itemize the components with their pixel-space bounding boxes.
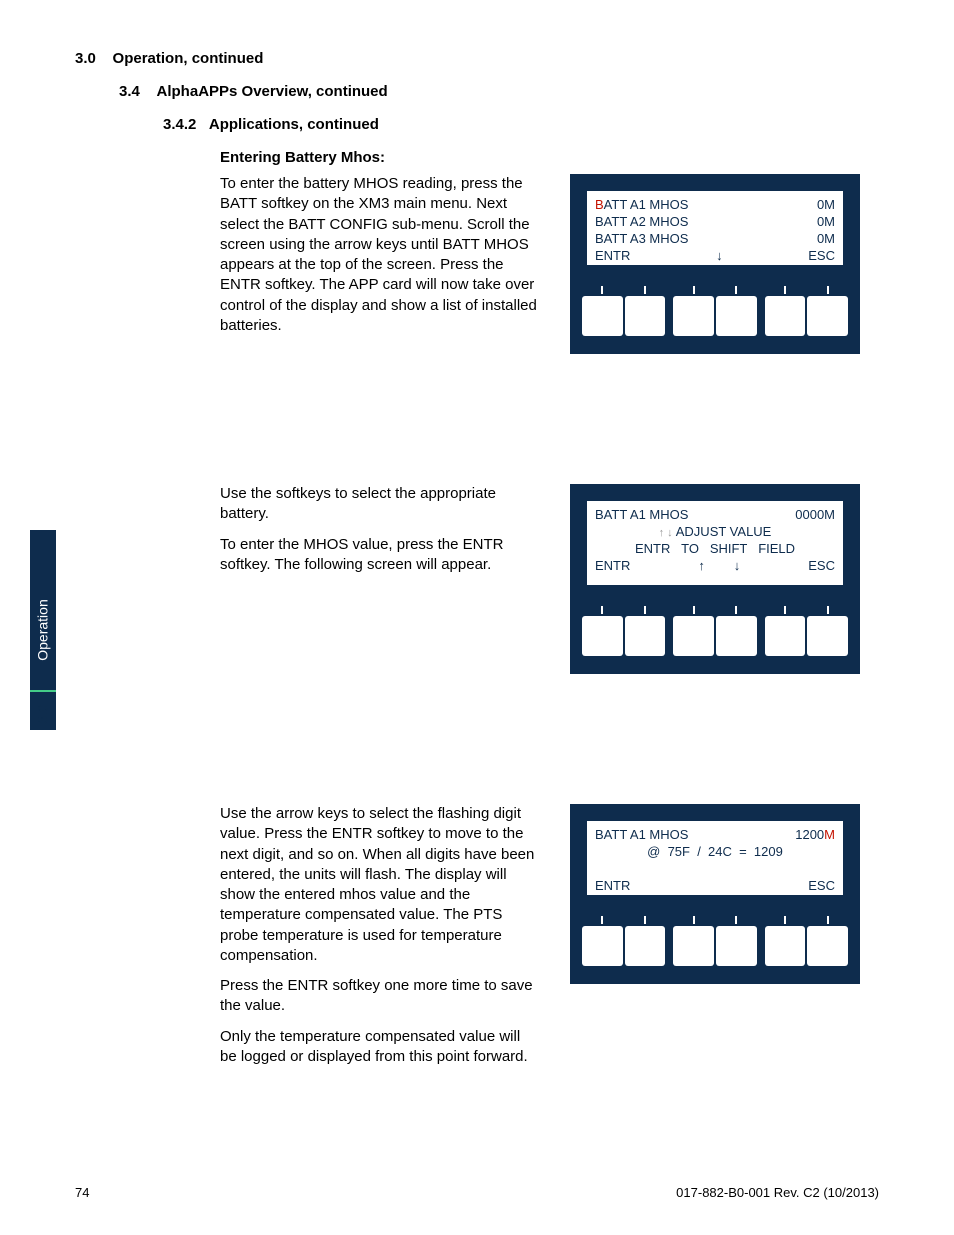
section-3-text: Use the arrow keys to select the flashin…: [220, 804, 540, 1077]
softkey-button[interactable]: [765, 296, 806, 336]
device-3: BATT A1 MHOS 1200M @ 75F / 24C = 1209 EN…: [570, 804, 860, 984]
heading-3: 3.4.2 Applications, continued: [163, 116, 879, 133]
section-2-text: Use the softkeys to select the appropria…: [220, 484, 540, 674]
arrow-down-icon: [734, 558, 741, 573]
side-section-number: 3.0: [30, 694, 56, 734]
softkey-button[interactable]: [673, 616, 714, 656]
softkey-button[interactable]: [807, 616, 848, 656]
softkey-button[interactable]: [582, 296, 623, 336]
device-2-screen: BATT A1 MHOS 0000M ↑ ↓ ADJUST VALUE ENTR…: [585, 499, 845, 587]
softkey-button[interactable]: [807, 926, 848, 966]
side-tab-accent: [30, 690, 56, 692]
softkey-button[interactable]: [625, 296, 666, 336]
softkey-button[interactable]: [582, 926, 623, 966]
page-content: 3.0 Operation, continued 3.4 AlphaAPPs O…: [75, 50, 879, 1077]
side-tab-label: Operation: [35, 599, 51, 660]
softkey-button[interactable]: [716, 616, 757, 656]
arrow-up-icon: [698, 558, 705, 573]
heading-1: 3.0 Operation, continued: [75, 50, 879, 67]
softkey-button[interactable]: [673, 296, 714, 336]
section-1-text: To enter the battery MHOS reading, press…: [220, 174, 540, 354]
page-footer: 74 017-882-B0-001 Rev. C2 (10/2013): [75, 1185, 879, 1200]
softkey-button[interactable]: [582, 616, 623, 656]
device-1: BATT A1 MHOS 0M BATT A2 MHOS 0M BATT A3 …: [570, 174, 860, 354]
device-2: BATT A1 MHOS 0000M ↑ ↓ ADJUST VALUE ENTR…: [570, 484, 860, 674]
softkey-button[interactable]: [625, 926, 666, 966]
softkey-button[interactable]: [673, 926, 714, 966]
softkey-button[interactable]: [765, 616, 806, 656]
softkey-button[interactable]: [716, 296, 757, 336]
device-3-screen: BATT A1 MHOS 1200M @ 75F / 24C = 1209 EN…: [585, 819, 845, 897]
doc-revision: 017-882-B0-001 Rev. C2 (10/2013): [676, 1185, 879, 1200]
section-3: Use the arrow keys to select the flashin…: [220, 804, 879, 1077]
device-1-buttons: [582, 296, 848, 336]
arrow-down-icon: [716, 248, 723, 265]
device-2-buttons: [582, 616, 848, 656]
softkey-button[interactable]: [625, 616, 666, 656]
softkey-button[interactable]: [716, 926, 757, 966]
softkey-button[interactable]: [807, 296, 848, 336]
heading-4: Entering Battery Mhos:: [220, 149, 879, 166]
device-1-screen: BATT A1 MHOS 0M BATT A2 MHOS 0M BATT A3 …: [585, 189, 845, 267]
device-3-buttons: [582, 926, 848, 966]
section-2: Use the softkeys to select the appropria…: [220, 484, 879, 674]
softkey-button[interactable]: [765, 926, 806, 966]
section-1: To enter the battery MHOS reading, press…: [220, 174, 879, 354]
page-number: 74: [75, 1185, 89, 1200]
heading-2: 3.4 AlphaAPPs Overview, continued: [119, 83, 879, 100]
